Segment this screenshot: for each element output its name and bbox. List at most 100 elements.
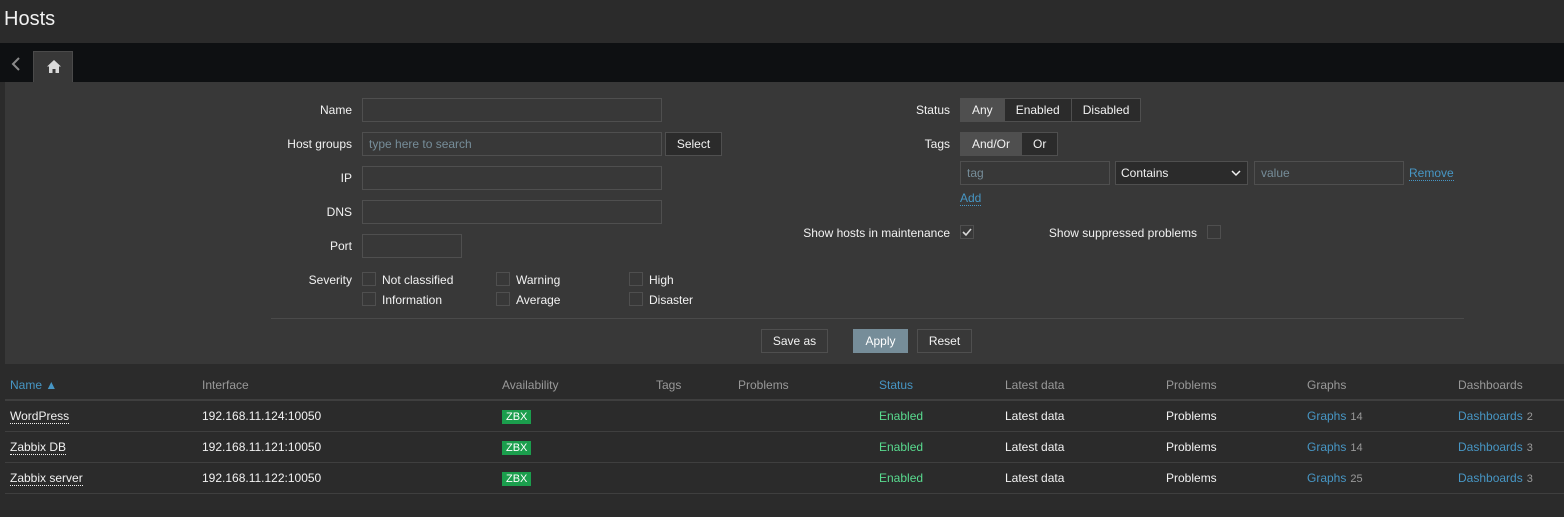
dashboards-count: 2	[1526, 411, 1533, 423]
graphs-count: 25	[1350, 473, 1363, 485]
severity-label: Severity	[308, 273, 352, 287]
filter-divider	[271, 318, 1464, 319]
severity-warning-label: Warning	[516, 273, 561, 287]
host-status[interactable]: Enabled	[879, 409, 923, 423]
column-header-status[interactable]: Status	[879, 378, 913, 392]
ip-label: IP	[340, 171, 352, 185]
graphs-count: 14	[1350, 411, 1363, 423]
zbx-availability-badge: ZBX	[502, 441, 532, 455]
host-name-link[interactable]: WordPress	[10, 409, 70, 424]
host-status[interactable]: Enabled	[879, 471, 923, 485]
checkmark-icon	[962, 228, 972, 237]
home-tab[interactable]	[33, 51, 73, 82]
status-any-option[interactable]: Any	[961, 99, 1004, 121]
tag-name-input[interactable]: tag	[960, 161, 1110, 185]
graphs-count: 14	[1350, 442, 1363, 454]
latest-data-link[interactable]: Latest data	[1005, 471, 1064, 485]
severity-high-checkbox[interactable]	[629, 272, 643, 286]
zbx-availability-badge: ZBX	[502, 472, 532, 486]
host-interface: 192.168.11.124:10050	[202, 409, 322, 423]
status-segmented-control: Any Enabled Disabled	[960, 98, 1142, 122]
show-maintenance-label: Show hosts in maintenance	[803, 226, 950, 240]
tag-value-input[interactable]: value	[1254, 161, 1404, 185]
table-row: Zabbix DB 192.168.11.121:10050 ZBX Enabl…	[5, 432, 1564, 463]
column-header-tags: Tags	[656, 378, 682, 392]
column-header-name[interactable]: Name ▲	[10, 378, 57, 392]
severity-information-label: Information	[382, 293, 443, 307]
name-input[interactable]	[362, 98, 662, 122]
tag-remove-link[interactable]: Remove	[1409, 166, 1454, 181]
severity-high-label: High	[649, 273, 674, 287]
graphs-link[interactable]: Graphs	[1307, 440, 1346, 454]
dashboards-link[interactable]: Dashboards	[1458, 409, 1523, 423]
filter-panel: Name Host groups type here to search Sel…	[5, 82, 1564, 364]
show-suppressed-label: Show suppressed problems	[1048, 226, 1197, 240]
status-label: Status	[915, 103, 950, 117]
column-header-availability: Availability	[502, 378, 559, 392]
status-disabled-option[interactable]: Disabled	[1070, 99, 1141, 121]
column-header-graphs: Graphs	[1307, 378, 1347, 392]
port-input[interactable]	[362, 234, 462, 258]
chevron-left-icon[interactable]	[6, 55, 26, 73]
chevron-down-icon	[1231, 170, 1241, 177]
tags-evaltype-control: And/Or Or	[960, 132, 1059, 156]
dns-label: DNS	[326, 205, 352, 219]
tag-operator-select[interactable]: Contains	[1115, 161, 1248, 185]
zbx-availability-badge: ZBX	[502, 410, 532, 424]
hosts-table: Name ▲ Interface Availability Tags Probl…	[5, 370, 1564, 517]
severity-disaster-label: Disaster	[649, 293, 694, 307]
latest-data-link[interactable]: Latest data	[1005, 409, 1064, 423]
column-header-problems-link: Problems	[1166, 378, 1217, 392]
name-label: Name	[319, 103, 352, 117]
host-name-link[interactable]: Zabbix DB	[10, 440, 67, 455]
column-header-latest-data: Latest data	[1005, 378, 1065, 392]
status-enabled-option[interactable]: Enabled	[1003, 99, 1071, 121]
host-groups-select-button[interactable]: Select	[665, 132, 722, 156]
problems-link[interactable]: Problems	[1166, 409, 1217, 423]
tags-andor-option[interactable]: And/Or	[961, 133, 1022, 155]
show-suppressed-checkbox[interactable]	[1207, 225, 1221, 239]
column-header-interface: Interface	[202, 378, 249, 392]
dns-input[interactable]	[362, 200, 662, 224]
host-groups-input[interactable]: type here to search	[362, 132, 662, 156]
apply-button[interactable]: Apply	[853, 329, 908, 353]
graphs-link[interactable]: Graphs	[1307, 409, 1346, 423]
severity-not-classified-label: Not classified	[382, 273, 454, 287]
severity-not-classified-checkbox[interactable]	[362, 272, 376, 286]
host-groups-label: Host groups	[287, 137, 352, 151]
severity-information-checkbox[interactable]	[362, 292, 376, 306]
dashboards-count: 3	[1526, 473, 1533, 485]
severity-average-checkbox[interactable]	[496, 292, 510, 306]
dashboards-count: 3	[1526, 442, 1533, 454]
tag-add-link[interactable]: Add	[960, 191, 982, 206]
severity-disaster-checkbox[interactable]	[629, 292, 643, 306]
port-label: Port	[329, 239, 352, 253]
tag-operator-value: Contains	[1121, 166, 1169, 180]
column-header-problems: Problems	[738, 378, 789, 392]
dashboards-link[interactable]: Dashboards	[1458, 440, 1523, 454]
reset-button[interactable]: Reset	[917, 329, 972, 353]
table-row: WordPress 192.168.11.124:10050 ZBX Enabl…	[5, 401, 1564, 432]
table-row: Zabbix server 192.168.11.122:10050 ZBX E…	[5, 463, 1564, 494]
latest-data-link[interactable]: Latest data	[1005, 440, 1064, 454]
host-status[interactable]: Enabled	[879, 440, 923, 454]
host-interface: 192.168.11.122:10050	[202, 471, 322, 485]
dashboards-link[interactable]: Dashboards	[1458, 471, 1523, 485]
problems-link[interactable]: Problems	[1166, 440, 1217, 454]
tags-or-option[interactable]: Or	[1021, 133, 1058, 155]
save-as-button[interactable]: Save as	[761, 329, 828, 353]
home-icon	[47, 60, 61, 73]
graphs-link[interactable]: Graphs	[1307, 471, 1346, 485]
ip-input[interactable]	[362, 166, 662, 190]
severity-average-label: Average	[516, 293, 561, 307]
page-header: Hosts	[0, 0, 1564, 43]
severity-warning-checkbox[interactable]	[496, 272, 510, 286]
host-name-link[interactable]: Zabbix server	[10, 471, 83, 486]
show-maintenance-checkbox[interactable]	[960, 225, 974, 239]
host-interface: 192.168.11.121:10050	[202, 440, 322, 454]
page-title: Hosts	[4, 8, 56, 30]
tab-bar	[0, 43, 1564, 82]
problems-link[interactable]: Problems	[1166, 471, 1217, 485]
column-header-dashboards: Dashboards	[1458, 378, 1523, 392]
tags-label: Tags	[924, 137, 950, 151]
